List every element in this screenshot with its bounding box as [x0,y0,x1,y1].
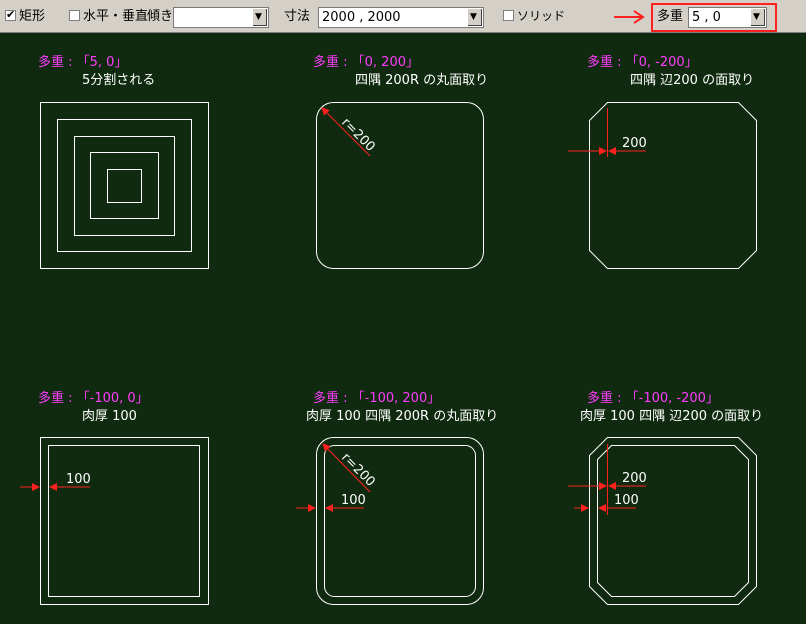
concentric-square [40,102,209,269]
thickness-dimension-label: 100 [66,472,91,487]
horizontal-vertical-checkbox[interactable] [69,10,80,21]
multi-combobox[interactable]: 5 , 0 ▼ [688,7,767,28]
example-2-shape: r=200 [316,102,484,269]
thickness-dimension-label: 100 [341,493,366,508]
tilt-label: 傾き [147,9,174,24]
example-4-shape: 100 [20,437,209,605]
concentric-square [90,152,159,219]
tilt-dropdown-button[interactable]: ▼ [252,9,267,26]
toolbar: ✔ 矩形 水平・垂直 傾き ▼ 寸法 2000 , 2000 ▼ ソリッド 多重… [0,0,806,33]
multi-value: 5 , 0 [692,10,721,25]
dropdown-arrow-icon: ▼ [753,12,760,22]
example-3-code: 多重 : 「0, -200」 [587,54,698,70]
example-2-desc: 四隅 200R の丸面取り [355,73,488,88]
example-3-desc: 四隅 辺200 の面取り [630,73,754,88]
arrow-pointer-icon [614,10,645,24]
size-label: 寸法 [284,9,311,24]
example-4-desc: 肉厚 100 [82,409,137,424]
example-6-shape: 200 100 [568,437,757,605]
dropdown-arrow-icon: ▼ [470,12,477,22]
checkmark-icon: ✔ [6,8,16,21]
concentric-square [57,119,192,252]
example-5-code: 多重 : 「-100, 200」 [313,390,440,406]
example-5-shape: r=200 100 [296,437,484,605]
drawing-canvas[interactable]: 多重 : 「5, 0」 5分割される 多重 : 「0, 200」 四隅 200R… [0,33,806,624]
inner-square [48,445,200,597]
size-combobox[interactable]: 2000 , 2000 ▼ [318,7,484,28]
concentric-square [74,136,175,236]
example-4-code: 多重 : 「-100, 0」 [38,390,149,406]
rect-label: 矩形 [19,9,46,24]
example-6-code: 多重 : 「-100, -200」 [587,390,719,406]
radius-label: r=200 [338,450,378,490]
solid-label: ソリッド [517,9,566,23]
multi-dropdown-button[interactable]: ▼ [750,9,765,26]
inner-chamfered-square [597,445,749,597]
size-dropdown-button[interactable]: ▼ [467,9,482,26]
dropdown-arrow-icon: ▼ [255,12,262,22]
tilt-combobox[interactable]: ▼ [173,7,269,28]
example-3-shape: 200 [568,102,757,269]
multi-label: 多重 [657,9,684,24]
example-5-desc: 肉厚 100 四隅 200R の丸面取り [306,409,498,424]
size-value: 2000 , 2000 [322,10,401,25]
chamfer-dimension-label: 200 [622,136,647,151]
horizontal-vertical-label: 水平・垂直 [83,9,149,24]
example-2-code: 多重 : 「0, 200」 [313,54,419,70]
chamfer-dimension-label: 200 [622,471,647,486]
outer-chamfered-square [589,437,757,605]
example-1-shape [40,102,209,269]
example-6-desc: 肉厚 100 四隅 辺200 の面取り [580,409,763,424]
rect-checkbox[interactable]: ✔ [5,8,16,21]
thickness-dimension-label: 100 [614,493,639,508]
example-1-code: 多重 : 「5, 0」 [38,54,127,70]
outer-square [40,437,209,605]
solid-checkbox[interactable] [503,10,514,21]
radius-label: r=200 [338,115,378,155]
chamfered-square [589,102,757,269]
example-1-desc: 5分割される [82,72,155,88]
concentric-square [107,169,142,203]
